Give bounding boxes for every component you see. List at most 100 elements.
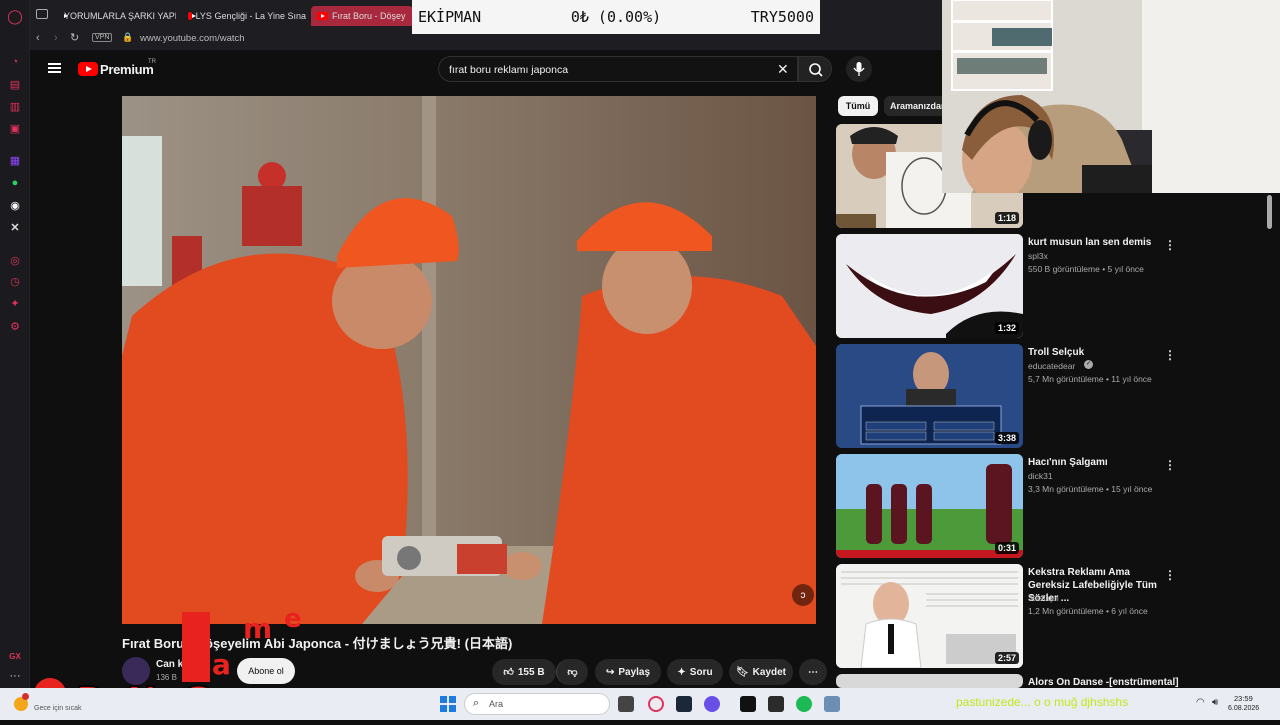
webcam-overlay xyxy=(942,0,1280,193)
recommendation-title[interactable]: Alors On Danse -[enstrümental] xyxy=(1028,676,1188,688)
tab-label: YORUMLARLA ŞARKI YAPK xyxy=(64,11,176,21)
weather-text: Gece için sıcak xyxy=(34,705,82,712)
aria-icon[interactable]: ◔ xyxy=(7,54,23,70)
recommendation-channel[interactable]: 3tilaliqoi xyxy=(1028,593,1059,603)
chip-all[interactable]: Tümü xyxy=(838,96,878,116)
recommendation-title[interactable]: Troll Selçuk xyxy=(1028,346,1163,359)
taskbar-search-placeholder: Ara xyxy=(489,699,504,709)
tab-2[interactable]: LYS Gençliği - La Yine Sına xyxy=(182,6,306,26)
voice-search-button[interactable] xyxy=(846,56,872,82)
video-title: Fırat Boru - Döşeyelim Abi Japonca - 付けま… xyxy=(122,636,513,651)
spotify-taskbar-icon[interactable] xyxy=(796,696,812,712)
wifi-icon[interactable]: ◠ xyxy=(1196,697,1205,708)
sparkle-icon: ✦ xyxy=(677,666,686,678)
back-icon[interactable]: ‹ xyxy=(36,32,40,44)
share-button[interactable]: ↪ Paylaş xyxy=(595,659,661,685)
duration-badge: 1:32 xyxy=(994,322,1019,334)
discord-taskbar-icon[interactable] xyxy=(704,696,720,712)
clock-time[interactable]: 23:59 xyxy=(1234,694,1253,703)
opera-gx-taskbar-icon[interactable] xyxy=(648,696,664,712)
taskbar-search[interactable]: ⌕ Ara xyxy=(464,693,610,715)
recommendation-item[interactable]: Alors On Danse -[enstrümental] xyxy=(836,674,1276,688)
bookmark-icon: 🔖︎ xyxy=(735,666,749,678)
player-overlay-icon[interactable]: ↄ xyxy=(792,584,814,606)
dislike-button[interactable]: 👎︎ xyxy=(556,659,588,685)
more-options-icon[interactable]: ⋮ xyxy=(1164,568,1176,582)
messenger-icon[interactable]: ▣ xyxy=(7,120,23,136)
search-button[interactable] xyxy=(798,56,832,82)
youtube-logo-icon[interactable] xyxy=(78,62,98,76)
whatsapp-icon[interactable]: ● xyxy=(7,175,23,191)
tab-manager-icon[interactable] xyxy=(36,9,48,19)
video-player[interactable]: ↄ xyxy=(122,96,816,624)
donation-label: EKİPMAN xyxy=(418,8,482,26)
more-options-icon[interactable]: ⋮ xyxy=(1164,348,1176,362)
youtube-premium-label[interactable]: Premium xyxy=(100,62,154,77)
save-button[interactable]: 🔖︎ Kaydet xyxy=(729,659,793,685)
task-view-icon[interactable] xyxy=(618,696,634,712)
recommendation-title[interactable]: kurt musun lan sen demis xyxy=(1028,236,1163,249)
thumbs-up-icon: 👍︎ xyxy=(503,667,514,678)
more-actions-button[interactable]: ⋯ xyxy=(799,659,827,685)
duration-badge: 3:38 xyxy=(994,432,1019,444)
windows-start-icon[interactable] xyxy=(440,696,456,712)
duration-badge: 1:18 xyxy=(994,212,1019,224)
recommendation-meta: 550 B görüntüleme • 5 yıl önce xyxy=(1028,264,1144,274)
steam-icon[interactable] xyxy=(676,696,692,712)
tab-label: LYS Gençliği - La Yine Sına xyxy=(195,11,306,21)
twitch-icon[interactable]: ▦ xyxy=(7,152,23,168)
webcam-feed xyxy=(942,0,1280,193)
url-text[interactable]: www.youtube.com/watch xyxy=(140,33,245,44)
crypto-wallet-icon[interactable]: ▤ xyxy=(7,76,23,92)
recommendation-thumbnail[interactable]: 2:57 xyxy=(836,564,1023,668)
search-icon xyxy=(809,63,823,77)
stream-donation-bar: EKİPMAN 0₺ (0.00%) TRY5000 xyxy=(412,0,820,34)
tab-1[interactable]: YORUMLARLA ŞARKI YAPK xyxy=(54,6,176,26)
gx-icon[interactable]: GX xyxy=(7,648,23,664)
extensions-icon[interactable]: ✦ xyxy=(7,295,23,311)
donation-target: TRY5000 xyxy=(750,8,814,26)
recommendation-thumbnail[interactable]: 1:32 xyxy=(836,234,1023,338)
search-input[interactable]: fırat boru reklamı japonca ✕ xyxy=(438,56,798,82)
recommendation-thumbnail[interactable]: 0:31 xyxy=(836,454,1023,558)
search-icon: ⌕ xyxy=(473,697,480,709)
vpn-badge[interactable]: VPN xyxy=(92,33,113,42)
settings-taskbar-icon[interactable] xyxy=(824,696,840,712)
watermark-letter-m: m xyxy=(243,612,273,645)
tab-3-active[interactable]: Fırat Boru - Döşey xyxy=(311,6,413,26)
reload-icon[interactable]: ↻ xyxy=(70,31,79,44)
verified-check-icon: ✓ xyxy=(1084,360,1093,369)
chip-related[interactable]: Aramanızdan xyxy=(884,96,942,116)
recommendation-thumbnail[interactable] xyxy=(836,674,1023,688)
ask-button[interactable]: ✦ Soru xyxy=(667,659,723,685)
opera-logo-icon[interactable]: ◯ xyxy=(7,8,23,24)
forward-icon[interactable]: › xyxy=(54,32,58,44)
recommendation-channel[interactable]: dick31 xyxy=(1028,471,1053,481)
recommendation-thumbnail[interactable]: 3:38 xyxy=(836,344,1023,448)
clear-search-icon[interactable]: ✕ xyxy=(777,61,789,78)
tiktok-icon[interactable] xyxy=(740,696,756,712)
like-button[interactable]: 👍︎ 155 B xyxy=(492,659,556,685)
watermark-letter-e: e xyxy=(284,604,302,634)
microphone-icon xyxy=(853,62,865,76)
clock-date[interactable]: 6.08.2026 xyxy=(1228,705,1259,712)
video-frame xyxy=(122,96,816,624)
more-icon[interactable]: ··· xyxy=(7,668,23,684)
obs-icon[interactable] xyxy=(768,696,784,712)
volume-icon[interactable]: 🔊︎ xyxy=(1212,697,1218,708)
history-icon[interactable]: ◷ xyxy=(7,273,23,289)
recommendation-title[interactable]: Hacı'nın Şalgamı xyxy=(1028,456,1163,469)
sidebar-scrollbar[interactable] xyxy=(1267,195,1272,229)
recommendation-channel[interactable]: educatedear xyxy=(1028,361,1075,371)
recommendation-channel[interactable]: spl3x xyxy=(1028,251,1048,261)
menu-hamburger-icon[interactable] xyxy=(48,63,61,65)
more-options-icon[interactable]: ⋮ xyxy=(1164,458,1176,472)
more-options-icon[interactable]: ⋮ xyxy=(1164,238,1176,252)
settings-gear-icon[interactable]: ⚙ xyxy=(7,318,23,334)
notification-badge xyxy=(22,693,29,700)
watermark-slab xyxy=(182,612,210,682)
discord-icon[interactable]: ◉ xyxy=(7,197,23,213)
spotify-icon[interactable]: ◎ xyxy=(7,252,23,268)
player-icon[interactable]: ▥ xyxy=(7,98,23,114)
x-twitter-icon[interactable]: ✕ xyxy=(7,219,23,235)
